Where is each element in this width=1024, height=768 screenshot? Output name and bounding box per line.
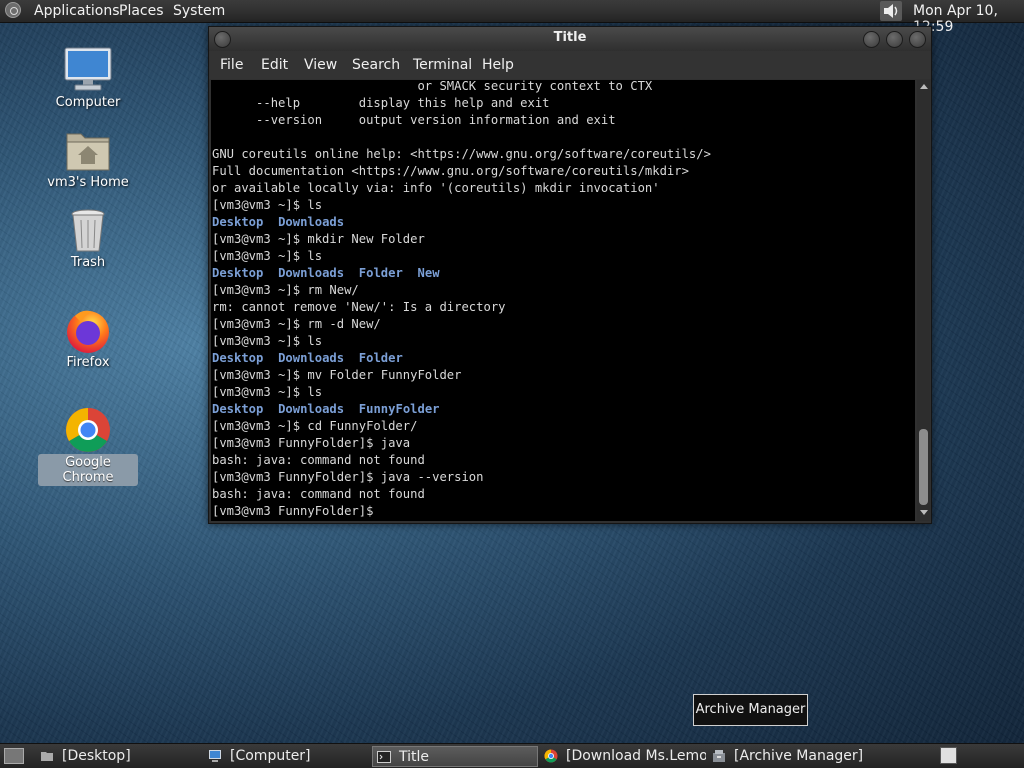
dir-entry: Desktop [212,266,264,280]
taskbar-label: [Archive Manager] [734,748,864,764]
taskbar-label: [Desktop] [62,748,131,764]
terminal-line: [vm3@vm3 FunnyFolder]$ java [212,436,411,450]
taskbar-label: Title [399,749,430,765]
tooltip: Archive Manager [693,694,808,726]
taskbar-item-desktop[interactable]: [Desktop] [36,746,196,767]
dir-entry: Downloads [278,351,345,365]
terminal-icon [377,751,391,763]
bottom-panel: [Desktop] [Computer] Title [Download Ms.… [0,743,1024,768]
terminal-line: bash: java: command not found [212,453,425,467]
desktop-icon-label: Computer [55,95,121,110]
terminal-window[interactable]: Title File Edit View Search Terminal Hel… [208,26,932,524]
terminal-line: bash: java: command not found [212,487,425,501]
window-menubar: File Edit View Search Terminal Help [209,51,931,79]
taskbar-label: [Download Ms.Lemo... [566,748,706,764]
menu-applications[interactable]: Applications [34,3,120,19]
scroll-down-arrow-icon[interactable] [920,510,928,515]
computer-icon [63,46,113,94]
dir-entry: New [417,266,440,280]
dir-entry: Desktop [212,215,264,229]
terminal-output[interactable]: or SMACK security context to CTX --help … [211,80,915,521]
terminal-line: [vm3@vm3 ~]$ rm -d New/ [212,317,381,331]
terminal-ls-output: Desktop Downloads FunnyFolder [212,401,440,418]
desktop-icon-home[interactable]: vm3's Home [38,126,138,191]
desktop-icon-label: Trash [70,255,106,270]
terminal-ls-output: Desktop Downloads Folder [212,350,403,367]
scroll-up-arrow-icon[interactable] [920,84,928,89]
desktop-icon-firefox[interactable]: Firefox [38,306,138,371]
taskbar-item-chrome[interactable]: [Download Ms.Lemo... [540,746,706,767]
chrome-icon [63,406,113,454]
trash-icon [63,206,113,254]
dir-entry: Desktop [212,402,264,416]
menu-terminal[interactable]: Terminal [413,57,472,73]
terminal-line: or available locally via: info '(coreuti… [212,181,660,195]
volume-icon[interactable] [880,1,902,21]
home-folder-icon [63,126,113,174]
terminal-prompt[interactable]: [vm3@vm3 FunnyFolder]$ [212,503,373,520]
terminal-line: [vm3@vm3 ~]$ mv Folder FunnyFolder [212,368,462,382]
terminal-line: [vm3@vm3 ~]$ ls [212,385,323,399]
terminal-line: [vm3@vm3 ~]$ ls [212,198,323,212]
terminal-line: [vm3@vm3 ~]$ mkdir New Folder [212,232,425,246]
dir-entry: Downloads [278,215,345,229]
taskbar-item-terminal[interactable]: Title [372,746,538,767]
menu-search[interactable]: Search [352,57,400,73]
top-panel: Applications Places System Mon Apr 10, 1… [0,0,1024,35]
desktop-icon-trash[interactable]: Trash [38,206,138,271]
terminal-line: [vm3@vm3 ~]$ cd FunnyFolder/ [212,419,418,433]
terminal-ls-output: Desktop Downloads [212,214,344,231]
dir-entry: Folder [358,266,403,280]
window-titlebar[interactable]: Title [209,27,931,51]
show-desktop-icon[interactable] [4,748,24,764]
close-button[interactable] [909,31,926,48]
menu-view[interactable]: View [304,57,337,73]
terminal-ls-output: Desktop Downloads Folder New [212,265,440,282]
menu-edit[interactable]: Edit [261,57,288,73]
terminal-scrollbar[interactable] [917,80,930,521]
desktop-icon-label: Google Chrome [38,454,138,486]
terminal-line: [vm3@vm3 ~]$ rm New/ [212,283,359,297]
terminal-line: [vm3@vm3 FunnyFolder]$ java --version [212,470,484,484]
desktop-icon-chrome[interactable]: Google Chrome [38,406,138,486]
menu-system[interactable]: System [173,3,225,19]
terminal-line: rm: cannot remove 'New/': Is a directory [212,300,506,314]
terminal-line: GNU coreutils online help: <https://www.… [212,147,711,161]
menu-places[interactable]: Places [119,3,164,19]
taskbar-item-archive-manager[interactable]: [Archive Manager] [708,746,874,767]
workspace-switcher[interactable] [940,747,957,764]
dir-entry: Downloads [278,402,345,416]
desktop-icon-computer[interactable]: Computer [38,46,138,111]
window-title: Title [553,30,587,45]
terminal-line: or SMACK security context to CTX [212,80,653,93]
desktop-icon-label: Firefox [66,355,110,370]
menu-help[interactable]: Help [482,57,514,73]
taskbar-label: [Computer] [230,748,311,764]
taskbar-item-computer[interactable]: [Computer] [204,746,364,767]
dir-entry: FunnyFolder [358,402,440,416]
minimize-button[interactable] [863,31,880,48]
terminal-line: --version output version information and… [212,113,616,127]
maximize-button[interactable] [886,31,903,48]
scrollbar-thumb[interactable] [919,429,928,505]
terminal-line: Full documentation <https://www.gnu.org/… [212,164,689,178]
dir-entry: Desktop [212,351,264,365]
chrome-icon [544,749,558,763]
menu-file[interactable]: File [220,57,243,73]
desktop-icon-label: vm3's Home [47,175,129,190]
computer-icon [209,750,221,762]
distro-logo-icon[interactable] [5,2,21,18]
archive-icon [713,750,725,762]
terminal-line: [vm3@vm3 ~]$ ls [212,249,323,263]
firefox-icon [63,306,113,354]
desktop-icon [41,752,53,761]
terminal-line: --help display this help and exit [212,96,550,110]
terminal-line: [vm3@vm3 ~]$ ls [212,334,323,348]
dir-entry: Downloads [278,266,345,280]
dir-entry: Folder [358,351,403,365]
